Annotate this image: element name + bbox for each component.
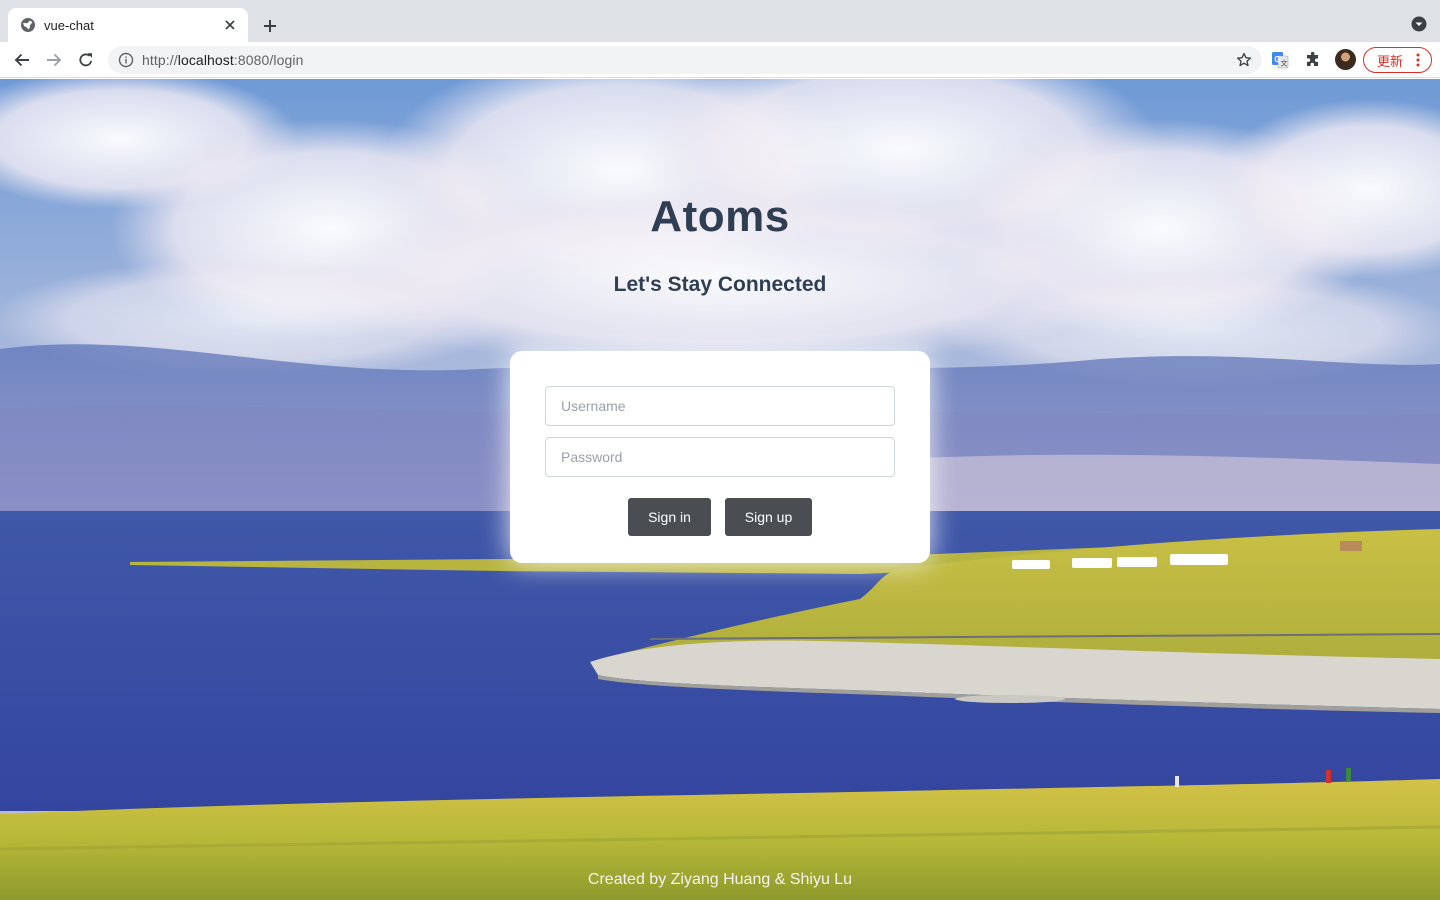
svg-text:G: G	[1274, 55, 1280, 64]
star-icon[interactable]	[1236, 52, 1252, 68]
username-input[interactable]	[545, 386, 895, 426]
browser-tab[interactable]: vue-chat	[8, 8, 248, 42]
page-viewport: Atoms Let's Stay Connected Sign in Sign …	[0, 79, 1440, 900]
reload-icon[interactable]	[74, 48, 98, 72]
sign-up-button[interactable]: Sign up	[725, 498, 812, 536]
back-icon[interactable]	[10, 48, 34, 72]
footer-credits: Created by Ziyang Huang & Shiyu Lu	[587, 871, 853, 888]
translate-icon[interactable]: G文	[1270, 50, 1290, 70]
close-icon[interactable]	[222, 17, 238, 33]
tab-title: vue-chat	[44, 17, 94, 33]
address-bar[interactable]: http://localhost:8080/login	[108, 46, 1262, 74]
forward-icon[interactable]	[42, 48, 66, 72]
app-title: Atoms	[650, 192, 790, 241]
avatar[interactable]	[1335, 49, 1356, 70]
tab-strip: vue-chat	[0, 0, 1440, 42]
plus-icon[interactable]	[258, 14, 282, 38]
chevron-down-icon[interactable]	[1410, 15, 1428, 33]
globe-icon	[20, 17, 36, 33]
password-input[interactable]	[545, 437, 895, 477]
app-subtitle: Let's Stay Connected	[613, 273, 827, 296]
update-button[interactable]: 更新	[1363, 47, 1432, 73]
kebab-icon	[1416, 53, 1420, 67]
svg-text:文: 文	[1281, 59, 1288, 68]
sign-in-button[interactable]: Sign in	[628, 498, 711, 536]
url-text: http://localhost:8080/login	[142, 52, 304, 68]
puzzle-icon[interactable]	[1303, 50, 1323, 70]
info-icon[interactable]	[118, 52, 134, 68]
login-form: Sign in Sign up	[510, 351, 930, 563]
browser-toolbar: http://localhost:8080/login G文	[0, 42, 1440, 78]
